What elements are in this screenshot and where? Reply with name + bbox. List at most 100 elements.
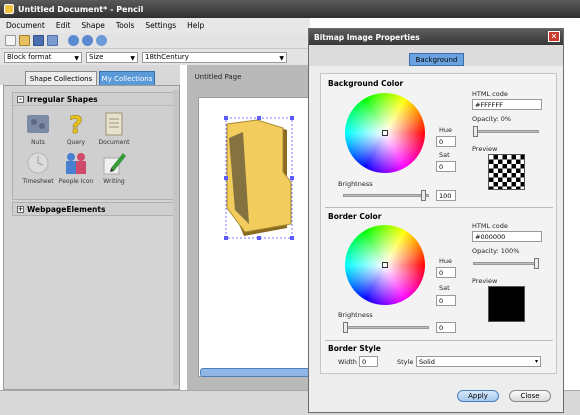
new-document-icon[interactable] (5, 35, 16, 46)
block-format-combo[interactable]: Block format ▼ (4, 51, 82, 63)
collapse-icon[interactable]: - (17, 95, 24, 103)
nuts-icon (27, 115, 49, 133)
resize-handle[interactable] (257, 236, 261, 240)
canvas-horizontal-scrollbar[interactable] (200, 368, 310, 377)
resize-handle[interactable] (290, 236, 294, 240)
left-panel-scrollbar[interactable] (173, 90, 179, 385)
tab-background[interactable]: Background (409, 53, 464, 66)
bitmap-properties-dialog: Bitmap Image Properties ✕ Background Bac… (308, 28, 564, 413)
hue-label: Hue (439, 126, 453, 134)
shape-item[interactable]: Timesheet (19, 150, 57, 185)
background-sat-input[interactable]: 0 (436, 161, 456, 172)
shape-item[interactable]: Writing (95, 150, 133, 185)
size-combo[interactable]: Size ▼ (86, 51, 138, 63)
divider (325, 207, 553, 208)
shape-label: Writing (103, 178, 125, 185)
border-style-value: Solid (419, 357, 435, 366)
main-toolbar (0, 33, 310, 49)
background-hue-input[interactable]: 0 (436, 136, 456, 147)
zoom-reset-icon[interactable] (96, 35, 107, 46)
zoom-out-icon[interactable] (82, 35, 93, 46)
resize-handle[interactable] (257, 116, 261, 120)
shape-item[interactable]: Document (95, 111, 133, 146)
border-brightness-input[interactable]: 0 (436, 322, 456, 333)
shape-item[interactable]: Nuts (19, 111, 57, 146)
border-brightness-thumb[interactable] (343, 322, 348, 333)
background-brightness-thumb[interactable] (421, 190, 426, 201)
save-icon[interactable] (33, 35, 44, 46)
menu-shape[interactable]: Shape (81, 21, 105, 30)
color-picker-cursor[interactable] (382, 130, 388, 136)
shape-label: Document (98, 139, 130, 146)
border-html-code-input[interactable]: #000000 (472, 231, 542, 242)
shape-item[interactable]: ? Query (57, 111, 95, 146)
border-color-title: Border Color (328, 212, 382, 221)
menu-document[interactable]: Document (6, 21, 45, 30)
timesheet-icon (27, 152, 49, 174)
resize-handle[interactable] (224, 236, 228, 240)
apply-button[interactable]: Apply (457, 390, 499, 402)
resize-handle[interactable] (290, 116, 294, 120)
background-brightness-input[interactable]: 100 (436, 190, 456, 201)
border-brightness-track[interactable] (343, 326, 429, 329)
brightness-label: Brightness (338, 180, 373, 188)
dialog-body: Background Color Hue 0 Sat 0 Brightness … (320, 73, 557, 374)
section-header[interactable]: - Irregular Shapes (13, 93, 174, 106)
preview-label: Preview (472, 145, 498, 153)
background-color-wheel[interactable] (345, 93, 425, 173)
background-opacity-thumb[interactable] (473, 126, 478, 137)
color-picker-cursor[interactable] (382, 262, 388, 268)
shape-item[interactable]: People Icon (57, 150, 95, 185)
shape-label: People Icon (58, 178, 94, 185)
width-label: Width (338, 358, 357, 366)
section-header[interactable]: + WebpageElements (13, 203, 174, 216)
border-style-title: Border Style (328, 344, 381, 353)
tab-my-collections[interactable]: My Collections (99, 71, 155, 85)
resize-handle[interactable] (224, 176, 228, 180)
border-width-input[interactable]: 0 (359, 356, 378, 367)
background-opacity-track[interactable] (473, 130, 539, 133)
close-icon[interactable]: ✕ (548, 31, 560, 42)
people-icon (66, 153, 86, 174)
close-button[interactable]: Close (509, 390, 551, 402)
font-family-combo[interactable]: 18thCentury ▼ (142, 51, 287, 63)
app-icon (4, 4, 14, 14)
border-opacity-track[interactable] (473, 262, 539, 265)
sat-label: Sat (439, 151, 450, 159)
border-color-wheel[interactable] (345, 225, 425, 305)
writing-icon (103, 153, 126, 175)
border-style-select[interactable]: Solid ▾ (416, 356, 541, 367)
resize-handle[interactable] (224, 116, 228, 120)
background-brightness-track[interactable] (343, 194, 429, 197)
menu-settings[interactable]: Settings (145, 21, 176, 30)
border-hue-input[interactable]: 0 (436, 267, 456, 278)
drawing-page[interactable] (198, 97, 310, 377)
font-family-value: 18thCentury (145, 53, 189, 61)
collection-tabs: Shape Collections My Collections (0, 65, 180, 85)
menu-edit[interactable]: Edit (56, 21, 71, 30)
border-opacity-thumb[interactable] (534, 258, 539, 269)
window-title-bar: Untitled Document* - Pencil (0, 0, 580, 18)
dialog-tab-row: Background (309, 45, 563, 66)
chevron-down-icon: ▼ (74, 54, 79, 62)
tab-shape-collections[interactable]: Shape Collections (25, 71, 97, 85)
size-value: Size (89, 53, 104, 61)
zoom-in-icon[interactable] (68, 35, 79, 46)
shape-label: Timesheet (22, 178, 54, 185)
save-as-icon[interactable] (47, 35, 58, 46)
preview-label: Preview (472, 277, 498, 285)
border-sat-input[interactable]: 0 (436, 295, 456, 306)
resize-handle[interactable] (290, 176, 294, 180)
irregular-shapes-section: - Irregular Shapes Nuts ? Query Document… (12, 92, 175, 200)
menu-help[interactable]: Help (187, 21, 204, 30)
background-html-code-input[interactable]: #FFFFFF (472, 99, 542, 110)
folder-shape[interactable] (199, 98, 311, 378)
svg-text:?: ? (69, 111, 83, 137)
menu-tools[interactable]: Tools (116, 21, 134, 30)
collections-panel: - Irregular Shapes Nuts ? Query Document… (3, 85, 180, 390)
shape-label: Query (66, 139, 86, 146)
open-folder-icon[interactable] (19, 35, 30, 46)
shape-label: Nuts (31, 139, 45, 146)
expand-icon[interactable]: + (17, 206, 24, 213)
page-tab[interactable]: Untitled Page (188, 70, 248, 83)
